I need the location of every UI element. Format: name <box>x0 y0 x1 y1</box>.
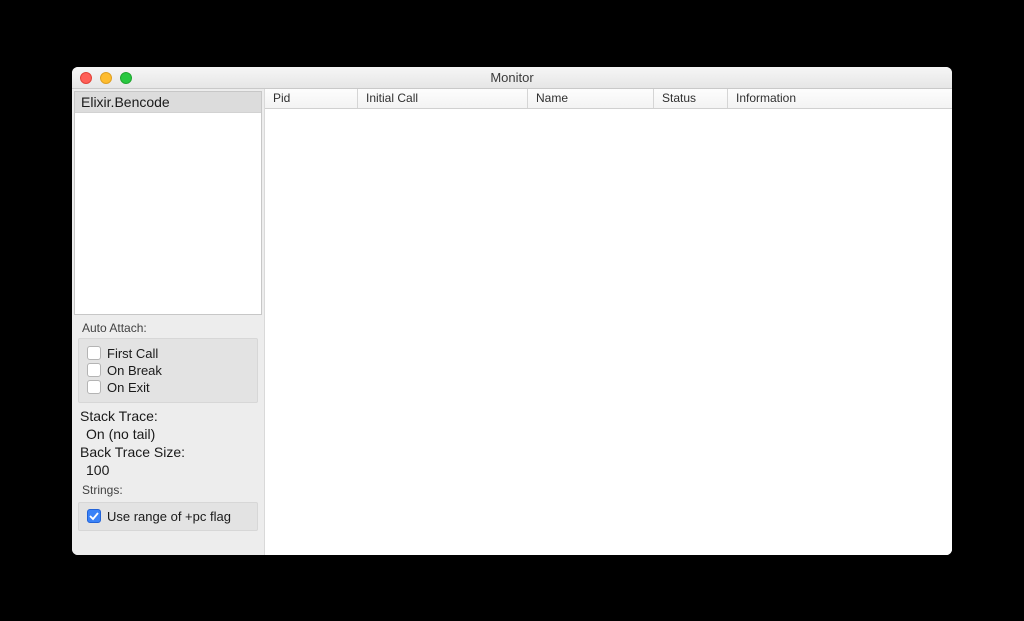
strings-group: Use range of +pc flag <box>78 502 258 531</box>
process-table: PidInitial CallNameStatusInformation <box>265 89 952 555</box>
table-body[interactable] <box>265 109 952 555</box>
close-icon[interactable] <box>80 72 92 84</box>
stack-trace-label: Stack Trace: <box>72 407 264 425</box>
window-body: Elixir.Bencode Auto Attach: First Call O… <box>72 89 952 555</box>
stack-trace-value[interactable]: On (no tail) <box>72 425 264 443</box>
pc-flag-checkbox-row[interactable]: Use range of +pc flag <box>87 508 249 525</box>
auto-attach-label: Auto Attach: <box>72 317 264 338</box>
on-break-checkbox-row[interactable]: On Break <box>87 362 249 379</box>
back-trace-value[interactable]: 100 <box>72 461 264 479</box>
traffic-lights <box>80 72 132 84</box>
on-exit-label: On Exit <box>107 380 150 395</box>
module-item[interactable]: Elixir.Bencode <box>75 92 261 113</box>
sidebar: Elixir.Bencode Auto Attach: First Call O… <box>72 89 265 555</box>
first-call-label: First Call <box>107 346 158 361</box>
column-header[interactable]: Name <box>528 89 654 108</box>
on-break-checkbox[interactable] <box>87 363 101 377</box>
monitor-window: Monitor Elixir.Bencode Auto Attach: Firs… <box>72 67 952 555</box>
table-header[interactable]: PidInitial CallNameStatusInformation <box>265 89 952 109</box>
titlebar[interactable]: Monitor <box>72 67 952 89</box>
column-header[interactable]: Status <box>654 89 728 108</box>
column-header[interactable]: Initial Call <box>358 89 528 108</box>
first-call-checkbox-row[interactable]: First Call <box>87 345 249 362</box>
strings-label: Strings: <box>72 479 264 500</box>
pc-flag-label: Use range of +pc flag <box>107 509 231 524</box>
first-call-checkbox[interactable] <box>87 346 101 360</box>
window-title: Monitor <box>490 70 533 85</box>
zoom-icon[interactable] <box>120 72 132 84</box>
on-exit-checkbox-row[interactable]: On Exit <box>87 379 249 396</box>
auto-attach-group: First Call On Break On Exit <box>78 338 258 403</box>
on-break-label: On Break <box>107 363 162 378</box>
on-exit-checkbox[interactable] <box>87 380 101 394</box>
back-trace-label: Back Trace Size: <box>72 443 264 461</box>
pc-flag-checkbox[interactable] <box>87 509 101 523</box>
column-header[interactable]: Pid <box>265 89 358 108</box>
module-list[interactable]: Elixir.Bencode <box>74 91 262 315</box>
minimize-icon[interactable] <box>100 72 112 84</box>
column-header[interactable]: Information <box>728 89 952 108</box>
